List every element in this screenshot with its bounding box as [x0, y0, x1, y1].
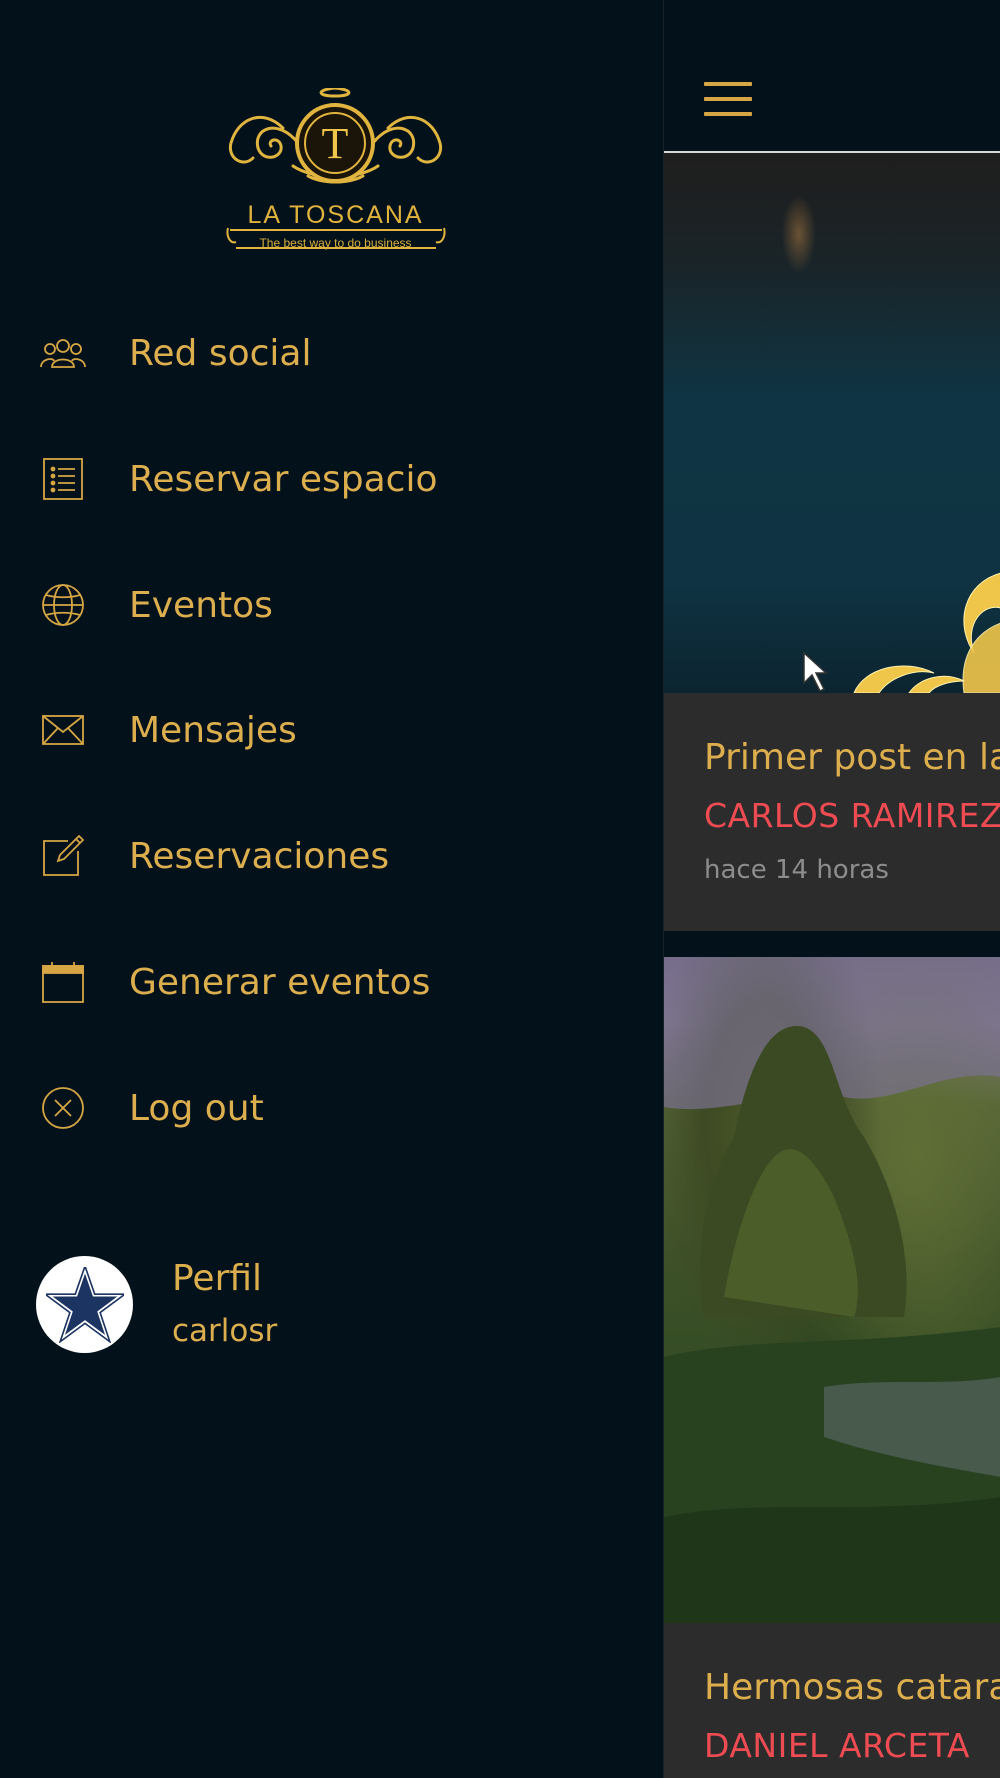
navigation-drawer: T LA TOSCANA The best way to do business… [0, 0, 663, 1778]
post-card[interactable]: Primer post en la CARLOS RAMIREZ hace 14… [664, 693, 1000, 931]
landscape-image [664, 957, 1000, 1623]
hamburger-menu-icon[interactable] [704, 82, 754, 118]
brand-logo: T LA TOSCANA The best way to do business [223, 86, 448, 258]
close-circle-icon [40, 1085, 86, 1131]
menu-label: Mensajes [129, 709, 297, 751]
envelope-icon [40, 707, 86, 753]
calendar-icon [40, 959, 86, 1005]
menu-label: Eventos [129, 584, 273, 626]
post-author[interactable]: DANIEL ARCETA [704, 1726, 970, 1765]
top-bar [664, 0, 1000, 153]
avatar[interactable] [36, 1256, 133, 1353]
edit-icon [40, 833, 86, 879]
post-author[interactable]: CARLOS RAMIREZ [704, 796, 1000, 835]
list-icon [40, 456, 86, 502]
logo-ornament-icon [803, 572, 1000, 693]
menu-item-reservaciones[interactable]: Reservaciones [0, 811, 663, 901]
menu-label: Reservaciones [129, 835, 390, 877]
cursor-icon [803, 651, 828, 693]
menu-label: Log out [129, 1087, 264, 1129]
profile-username: carlosr [172, 1313, 278, 1349]
users-icon [40, 330, 86, 376]
menu-label: Red social [129, 332, 312, 374]
post-title: Hermosas catara [704, 1667, 1000, 1708]
brand-tagline: The best way to do business [259, 236, 412, 250]
profile-title[interactable]: Perfil [172, 1258, 262, 1299]
menu-label: Reservar espacio [129, 458, 438, 500]
brand-monogram: T [322, 119, 349, 168]
menu-item-log-out[interactable]: Log out [0, 1063, 663, 1153]
menu-item-reservar-espacio[interactable]: Reservar espacio [0, 434, 663, 524]
menu-item-mensajes[interactable]: Mensajes [0, 685, 663, 775]
menu-label: Generar eventos [129, 961, 431, 1003]
brand-crest-icon: T [228, 86, 443, 184]
post-card[interactable]: Hermosas catara DANIEL ARCETA [664, 1623, 1000, 1778]
post-time: hace 14 horas [704, 855, 889, 885]
post-title: Primer post en la [704, 737, 1000, 778]
post-image[interactable] [664, 153, 1000, 693]
menu-item-red-social[interactable]: Red social [0, 308, 663, 398]
menu-item-generar-eventos[interactable]: Generar eventos [0, 937, 663, 1027]
feed-pane: Primer post en la CARLOS RAMIREZ hace 14… [663, 0, 1000, 1778]
post-image[interactable] [664, 957, 1000, 1623]
star-icon [45, 1266, 124, 1343]
globe-icon [40, 582, 86, 628]
menu-item-eventos[interactable]: Eventos [0, 560, 663, 650]
